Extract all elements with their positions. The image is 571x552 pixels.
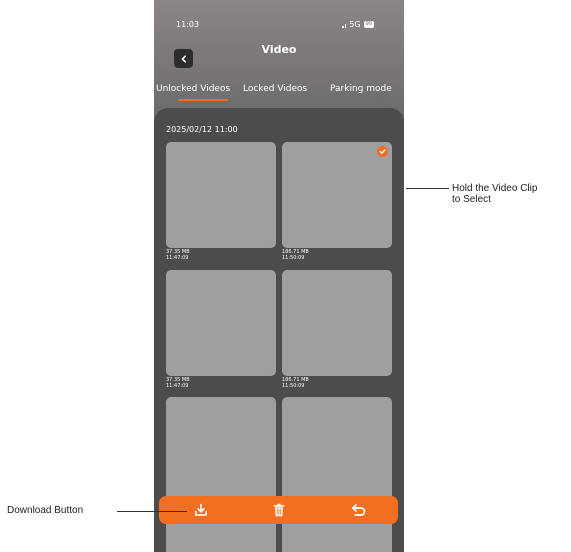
network-label: 5G xyxy=(349,20,361,29)
clip-time: 11:50:09 xyxy=(282,383,305,389)
page-title: Video xyxy=(261,43,297,56)
undo-icon xyxy=(351,504,366,516)
selected-check-icon xyxy=(377,146,388,157)
tab-parking-mode[interactable]: Parking mode xyxy=(330,84,392,94)
select-hint-line-1: Hold the Video Clip xyxy=(452,183,538,194)
tab-unlocked-videos[interactable]: Unlocked Videos xyxy=(156,84,230,94)
trash-icon xyxy=(273,503,285,517)
video-thumbnail[interactable] xyxy=(282,270,392,376)
video-list-panel[interactable]: 2025/02/12 11:00 37.35 MB 11:47:09 186.7… xyxy=(154,108,404,552)
clip-time: 11:47:09 xyxy=(166,255,189,261)
tab-locked-videos[interactable]: Locked Videos xyxy=(243,84,307,94)
select-hint-annotation: Hold the Video Clip to Select xyxy=(452,183,537,205)
download-annotation: Download Button xyxy=(7,505,84,516)
signal-icon xyxy=(342,22,347,28)
select-hint-line-2: to Select xyxy=(452,194,491,205)
undo-button[interactable] xyxy=(344,496,374,524)
active-tab-indicator xyxy=(178,99,228,101)
clip-time: 11:50:09 xyxy=(282,255,305,261)
delete-button[interactable] xyxy=(264,496,294,524)
video-thumbnail[interactable] xyxy=(166,142,276,248)
status-right: 5G 90 xyxy=(342,20,374,29)
clip-meta: 37.35 MB 11:47:09 xyxy=(166,249,190,261)
clip-meta: 37.35 MB 11:47:09 xyxy=(166,377,190,389)
action-toolbar xyxy=(159,496,398,524)
group-date: 2025/02/12 11:00 xyxy=(166,125,238,134)
download-icon xyxy=(195,503,207,516)
clip-meta: 186.71 MB 11:50:09 xyxy=(282,377,309,389)
download-leader-line xyxy=(117,511,187,512)
clip-time: 11:47:09 xyxy=(166,383,189,389)
status-bar: 11:03 5G 90 xyxy=(154,0,404,36)
phone-screen: 11:03 5G 90 Video Unlocked Videos Locked… xyxy=(154,0,404,552)
download-button[interactable] xyxy=(186,496,216,524)
clip-meta: 186.71 MB 11:50:09 xyxy=(282,249,309,261)
video-thumbnail[interactable] xyxy=(282,142,392,248)
video-thumbnail[interactable] xyxy=(282,397,392,552)
video-thumbnail[interactable] xyxy=(166,270,276,376)
video-thumbnail[interactable] xyxy=(166,397,276,552)
select-hint-leader-line xyxy=(406,188,449,189)
status-time: 11:03 xyxy=(176,20,200,29)
battery-icon: 90 xyxy=(363,21,374,28)
checkmark-icon xyxy=(379,149,386,154)
